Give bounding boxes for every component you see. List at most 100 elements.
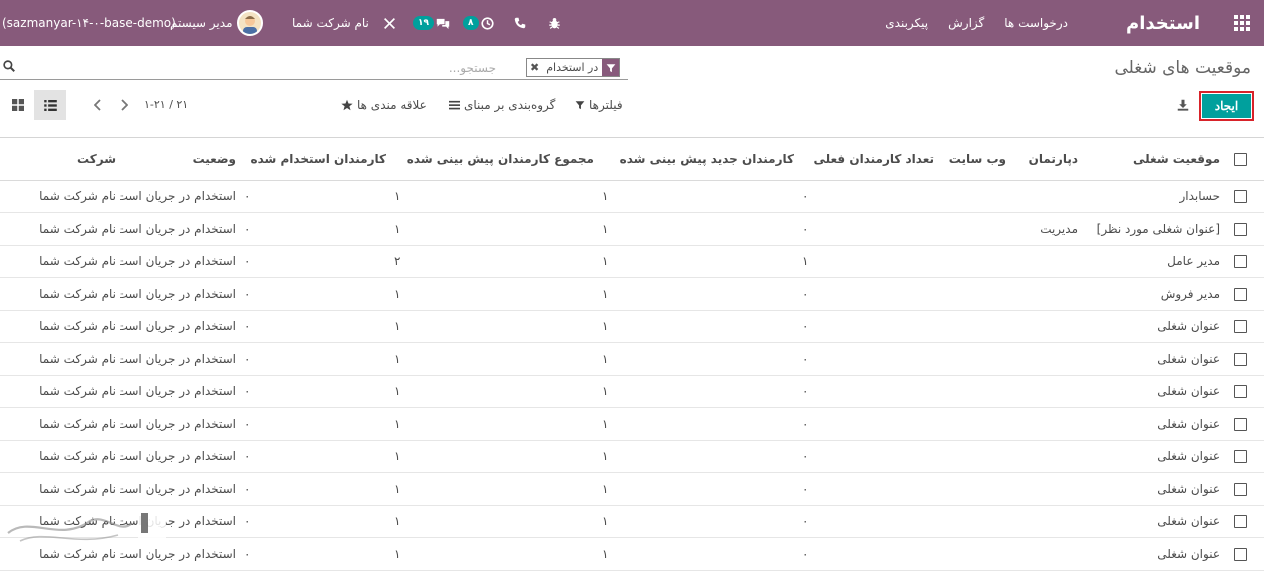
download-icon[interactable]: [1177, 99, 1189, 114]
column-header-job-position[interactable]: موقعیت شغلی: [1082, 138, 1224, 181]
pager-previous-icon[interactable]: [90, 96, 106, 114]
cell-website: [938, 310, 1010, 343]
cell-status: استخدام در جریان است: [120, 440, 240, 473]
apps-menu-icon[interactable]: [1232, 0, 1252, 46]
filters-menu[interactable]: فیلترها: [575, 98, 623, 112]
table-row[interactable]: عنوان شغلی ۰ ۱ ۱ ۰ استخدام در جریان است نام شر…: [0, 440, 1264, 473]
cell-current-employees: ۰: [798, 375, 938, 408]
table-row[interactable]: مدیر عامل ۱ ۱ ۲ ۰ استخدام در جریان است نام شرک…: [0, 245, 1264, 278]
cell-new-expected-employees: ۱: [598, 375, 798, 408]
row-checkbox[interactable]: [1224, 310, 1264, 343]
cell-company: نام شرکت شما: [0, 277, 120, 311]
cell-department: [1010, 180, 1082, 213]
debug-icon[interactable]: [548, 0, 561, 46]
cell-job-position: عنوان شغلی: [1082, 505, 1224, 538]
user-avatar[interactable]: [237, 0, 263, 46]
menu-item-requests[interactable]: درخواست ها: [1004, 16, 1068, 30]
cell-website: [938, 375, 1010, 408]
groupby-label: گروه‌بندی بر مبنای: [464, 98, 556, 112]
clock-icon: [480, 16, 494, 30]
messaging-menu[interactable]: ۱۹: [413, 0, 450, 46]
cell-website: [938, 180, 1010, 213]
cell-total-forecasted-employees: ۱: [390, 310, 598, 343]
row-checkbox[interactable]: [1224, 277, 1264, 311]
activity-count-badge: ۸: [463, 16, 479, 30]
table-row[interactable]: عنوان شغلی ۰ ۱ ۱ ۰ استخدام در جریان است نام شر…: [0, 310, 1264, 343]
pager-next-icon[interactable]: [116, 96, 132, 114]
cell-new-expected-employees: ۱: [598, 505, 798, 538]
cell-company: نام شرکت شما: [0, 375, 120, 408]
table-row[interactable]: عنوان شغلی ۰ ۱ ۱ ۰ استخدام در جریان است نام شر…: [0, 472, 1264, 506]
table-row[interactable]: عنوان شغلی ۰ ۱ ۱ ۰ استخدام در جریان است نام شر…: [0, 407, 1264, 441]
row-checkbox[interactable]: [1224, 375, 1264, 408]
cell-current-employees: ۱: [798, 245, 938, 278]
company-switch-icon[interactable]: [383, 0, 396, 46]
search-input[interactable]: [26, 58, 496, 78]
cell-department: [1010, 472, 1082, 506]
cell-website: [938, 212, 1010, 246]
column-header-current-employees[interactable]: تعداد کارمندان فعلی: [798, 138, 938, 181]
table-row[interactable]: [عنوان شغلی مورد نظر] مدیریت ۰ ۱ ۱ ۰ استخدام د…: [0, 212, 1264, 246]
cell-department: مدیریت: [1010, 212, 1082, 246]
user-name[interactable]: مدیر سیستم: [170, 0, 233, 46]
groupby-menu[interactable]: گروه‌بندی بر مبنای: [449, 98, 555, 112]
cell-job-position: حسابدار: [1082, 180, 1224, 213]
app-title[interactable]: استخدام: [1126, 0, 1200, 46]
row-checkbox[interactable]: [1224, 407, 1264, 441]
row-checkbox[interactable]: [1224, 440, 1264, 473]
cell-status: استخدام در جریان است: [120, 277, 240, 311]
kanban-view-button[interactable]: [2, 90, 34, 120]
cell-department: [1010, 277, 1082, 311]
column-header-company[interactable]: شرکت: [0, 138, 120, 181]
cell-hired-employees: ۰: [240, 537, 390, 571]
cell-total-forecasted-employees: ۱: [390, 375, 598, 408]
cell-department: [1010, 440, 1082, 473]
cell-new-expected-employees: ۱: [598, 212, 798, 246]
cell-job-position: عنوان شغلی: [1082, 472, 1224, 506]
facet-remove-icon[interactable]: ✖: [527, 59, 542, 76]
row-checkbox[interactable]: [1224, 342, 1264, 376]
row-checkbox[interactable]: [1224, 537, 1264, 571]
search-icon[interactable]: [3, 60, 15, 72]
table-row[interactable]: عنوان شغلی ۰ ۱ ۱ ۰ استخدام در جریان است نام شر…: [0, 375, 1264, 408]
table-row[interactable]: عنوان شغلی ۰ ۱ ۱ ۰ استخدام در جریان است نام شر…: [0, 342, 1264, 376]
cell-department: [1010, 407, 1082, 441]
activity-menu[interactable]: ۸: [463, 0, 494, 46]
cell-hired-employees: ۰: [240, 342, 390, 376]
column-header-department[interactable]: دپارتمان: [1010, 138, 1082, 181]
list-view-button[interactable]: [34, 90, 66, 120]
cell-total-forecasted-employees: ۱: [390, 342, 598, 376]
table-row[interactable]: مدیر فروش ۰ ۱ ۱ ۰ استخدام در جریان است نام شرک…: [0, 277, 1264, 311]
favorites-menu[interactable]: علاقه مندی ها: [341, 98, 427, 112]
menu-item-configuration[interactable]: پیکربندی: [885, 16, 928, 30]
cell-hired-employees: ۰: [240, 277, 390, 311]
table-row[interactable]: عنوان شغلی ۰ ۱ ۱ ۰ استخدام در جریان است نام شر…: [0, 505, 1264, 538]
column-header-total-forecasted-employees[interactable]: مجموع کارمندان پیش بینی شده: [390, 138, 598, 181]
table-row[interactable]: حسابدار ۰ ۱ ۱ ۰ استخدام در جریان است نام شرکت …: [0, 180, 1264, 213]
create-button[interactable]: ایجاد: [1199, 91, 1254, 121]
column-header-website[interactable]: وب سایت: [938, 138, 1010, 181]
row-checkbox[interactable]: [1224, 212, 1264, 246]
cell-total-forecasted-employees: ۱: [390, 180, 598, 213]
row-checkbox[interactable]: [1224, 472, 1264, 506]
cell-new-expected-employees: ۱: [598, 277, 798, 311]
select-all-checkbox[interactable]: [1224, 138, 1264, 181]
cell-website: [938, 472, 1010, 506]
row-checkbox[interactable]: [1224, 505, 1264, 538]
column-header-status[interactable]: وضعیت: [120, 138, 240, 181]
phone-icon[interactable]: [514, 0, 526, 46]
cell-department: [1010, 537, 1082, 571]
main-menu: درخواست ها گزارش پیکربندی: [865, 0, 1068, 46]
column-header-hired-employees[interactable]: کارمندان استخدام شده: [240, 138, 390, 181]
row-checkbox[interactable]: [1224, 245, 1264, 278]
cell-job-position: [عنوان شغلی مورد نظر]: [1082, 212, 1224, 246]
menu-item-reporting[interactable]: گزارش: [948, 16, 984, 30]
cell-total-forecasted-employees: ۱: [390, 440, 598, 473]
table-row[interactable]: عنوان شغلی ۰ ۱ ۱ ۰ استخدام در جریان است نام شر…: [0, 537, 1264, 571]
company-name[interactable]: نام شرکت شما: [292, 0, 369, 46]
cell-status: استخدام در جریان است: [120, 472, 240, 506]
row-checkbox[interactable]: [1224, 180, 1264, 213]
pager-value[interactable]: ۱-۲۱ / ۲۱: [144, 98, 188, 111]
cell-new-expected-employees: ۱: [598, 472, 798, 506]
column-header-new-expected-employees[interactable]: کارمندان جدید پیش بینی شده: [598, 138, 798, 181]
